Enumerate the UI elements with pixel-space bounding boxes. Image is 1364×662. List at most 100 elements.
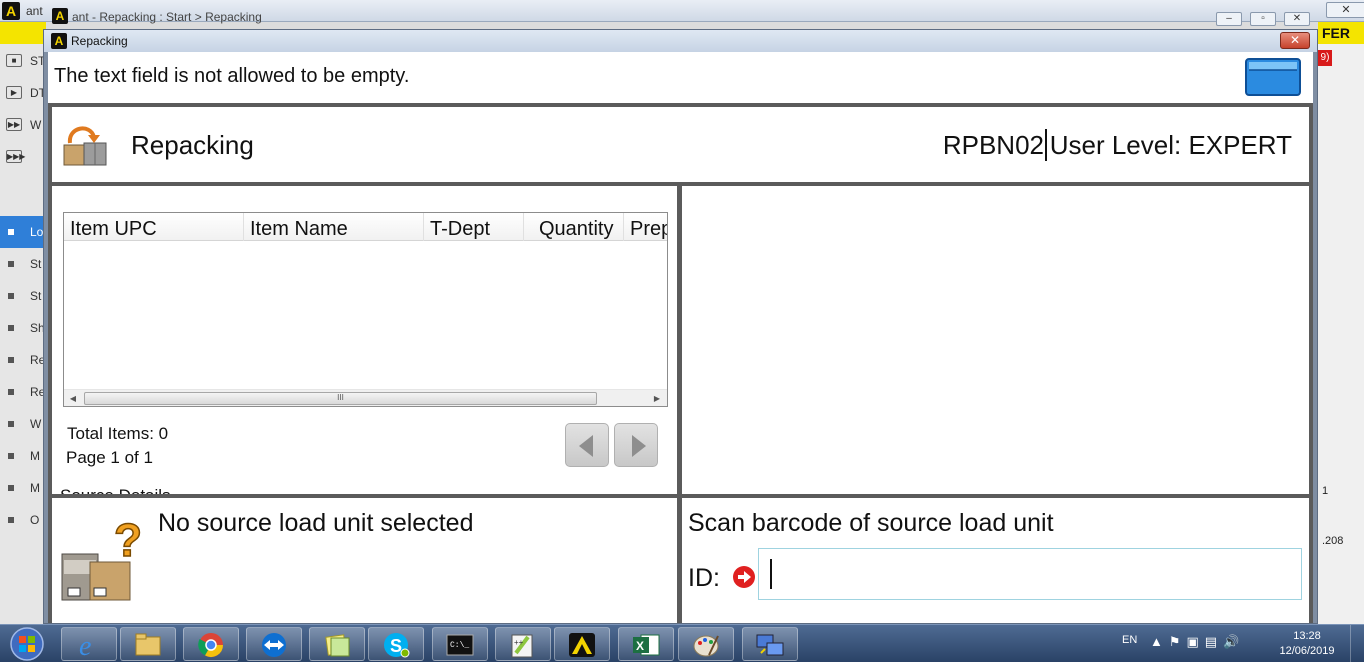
header-panel: Repacking RPBN02 User Level: EXPERT: [52, 107, 1309, 182]
background-window-title: ant: [26, 4, 43, 18]
dialog-title: Repacking: [71, 34, 128, 48]
column-header-quantity[interactable]: Quantity: [524, 213, 624, 241]
column-header-item-name[interactable]: Item Name: [244, 213, 424, 241]
ant-logo-icon: A: [52, 8, 68, 24]
language-indicator[interactable]: EN: [1122, 634, 1137, 646]
repacking-dialog: A Repacking ✕ The text field is not allo…: [43, 29, 1318, 624]
ant-app-icon: [569, 633, 595, 657]
header-divider: [1045, 129, 1047, 161]
scan-prompt: Scan barcode of source load unit: [688, 509, 1054, 537]
sidebar-item[interactable]: O: [0, 504, 46, 536]
detail-panel: [682, 186, 1309, 494]
scan-panel: Scan barcode of source load unit ID:: [682, 498, 1309, 623]
clock[interactable]: 13:28 12/06/2019: [1272, 629, 1342, 659]
sidebar-item[interactable]: Sh: [0, 312, 46, 344]
taskbar: e S C:\_ ++ X EN ▲⚑▣▤🔊 13:28 12/06/2019: [0, 624, 1364, 662]
source-status-panel: ? No source load unit selected: [52, 498, 677, 623]
source-id-input[interactable]: [758, 548, 1302, 600]
internet-explorer-icon: e: [79, 631, 91, 659]
sidebar-item[interactable]: Re: [0, 344, 46, 376]
clock-date: 12/06/2019: [1279, 645, 1335, 657]
sidebar-item[interactable]: M: [0, 472, 46, 504]
sidebar-item[interactable]: St: [0, 280, 46, 312]
sticky-notes-icon: [325, 634, 350, 657]
start-button[interactable]: [2, 626, 52, 662]
bullet-icon: [8, 229, 14, 235]
background-minimize-button[interactable]: –: [1216, 12, 1242, 26]
taskbar-teamviewer[interactable]: [246, 627, 302, 661]
text-caret: [770, 559, 772, 589]
items-table[interactable]: Item UPC Item Name T-Dept Quantity Prep …: [63, 212, 668, 407]
taskbar-sticky-notes[interactable]: [309, 627, 365, 661]
fast-forward-icon: ▶▶: [6, 118, 22, 131]
background-inner-close-button[interactable]: ✕: [1284, 12, 1310, 26]
previous-page-button[interactable]: [565, 423, 609, 467]
background-value: .208: [1322, 535, 1344, 547]
dialog-titlebar[interactable]: A Repacking ✕: [44, 30, 1317, 52]
page-info: Page 1 of 1: [66, 448, 153, 467]
bullet-icon: [8, 261, 14, 267]
notepad-plus-plus-icon: ++: [511, 634, 533, 658]
table-header: Item UPC Item Name T-Dept Quantity Prep: [64, 213, 667, 241]
taskbar-excel[interactable]: X: [618, 627, 674, 661]
required-arrow-icon: [733, 566, 755, 588]
column-header-item-upc[interactable]: Item UPC: [64, 213, 244, 241]
system-tray-icons[interactable]: ▲⚑▣▤🔊: [1150, 634, 1245, 650]
arrow-left-icon: [579, 435, 593, 457]
taskbar-ant-app[interactable]: [554, 627, 610, 661]
validation-message: The text field is not allowed to be empt…: [54, 65, 410, 87]
taskbar-notepad-plus-plus[interactable]: ++: [495, 627, 551, 661]
bullet-icon: [8, 485, 14, 491]
unknown-load-unit-icon: ?: [61, 518, 143, 601]
ant-logo-icon: A: [2, 2, 20, 20]
sidebar-control-stop[interactable]: ■ ST: [0, 46, 46, 76]
horizontal-scrollbar[interactable]: ◀ III ▶: [64, 389, 667, 406]
sidebar-control-skip[interactable]: ▶▶▶: [0, 142, 46, 172]
play-icon: ▶: [6, 86, 22, 99]
dialog-body: The text field is not allowed to be empt…: [48, 52, 1313, 623]
scrollbar-thumb[interactable]: III: [84, 392, 597, 405]
scroll-left-icon[interactable]: ◀: [66, 392, 80, 405]
taskbar-paint[interactable]: [678, 627, 734, 661]
page-title: Repacking: [131, 130, 254, 160]
svg-text:e: e: [79, 631, 91, 659]
sidebar-control-play[interactable]: ▶ DT: [0, 78, 46, 108]
window-icon[interactable]: [1245, 57, 1301, 97]
teamviewer-icon: [262, 633, 286, 657]
paint-icon: [693, 635, 719, 657]
source-details-label: Source Details: [60, 486, 171, 494]
svg-text:?: ?: [114, 518, 142, 566]
bullet-icon: [8, 421, 14, 427]
sidebar-item[interactable]: W: [0, 408, 46, 440]
total-items: Total Items: 0: [67, 424, 169, 443]
message-bar: The text field is not allowed to be empt…: [48, 52, 1313, 103]
background-right-panel: [1318, 22, 1364, 624]
sidebar-item[interactable]: Lo: [0, 216, 46, 248]
scroll-right-icon[interactable]: ▶: [650, 392, 664, 405]
bullet-icon: [8, 453, 14, 459]
bullet-icon: [8, 389, 14, 395]
background-inner-titlebar: A ant - Repacking : Start > Repacking – …: [50, 8, 1318, 26]
taskbar-remote-desktop[interactable]: [742, 627, 798, 661]
svg-text:X: X: [636, 639, 644, 653]
background-maximize-button[interactable]: ▫: [1250, 12, 1276, 26]
column-header-t-dept[interactable]: T-Dept: [424, 213, 524, 241]
sidebar-item[interactable]: St: [0, 248, 46, 280]
svg-text:C:\_: C:\_: [450, 641, 469, 650]
taskbar-command-prompt[interactable]: C:\_: [432, 627, 488, 661]
taskbar-internet-explorer[interactable]: e: [61, 627, 117, 661]
dialog-close-button[interactable]: ✕: [1280, 32, 1310, 49]
next-page-button[interactable]: [614, 423, 658, 467]
skip-icon: ▶▶▶: [6, 150, 26, 163]
column-header-prep[interactable]: Prep: [624, 213, 667, 241]
sidebar-item[interactable]: M: [0, 440, 46, 472]
taskbar-skype[interactable]: S: [368, 627, 424, 661]
sidebar-control-fast-forward[interactable]: ▶▶ W: [0, 110, 46, 140]
background-sidebar: ■ ST ▶ DT ▶▶ W ▶▶▶ Lo St St Sh Re Re W M…: [0, 44, 46, 624]
show-desktop-button[interactable]: [1350, 625, 1364, 662]
taskbar-file-explorer[interactable]: [120, 627, 176, 661]
taskbar-chrome[interactable]: [183, 627, 239, 661]
sidebar-item[interactable]: Re: [0, 376, 46, 408]
background-close-button[interactable]: ✕: [1326, 2, 1364, 18]
bullet-icon: [8, 293, 14, 299]
